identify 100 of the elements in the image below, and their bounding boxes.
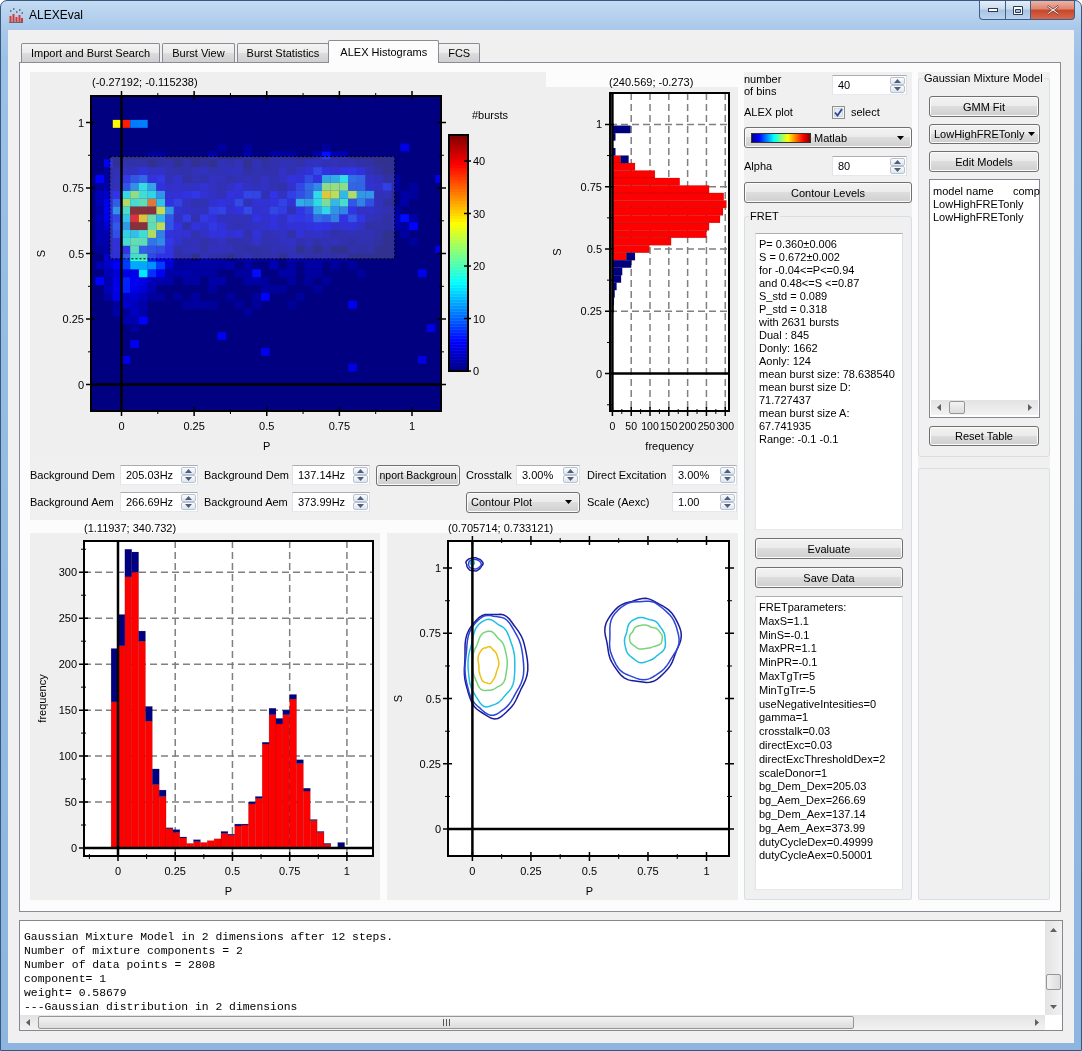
tick-label: 0.5 — [224, 865, 241, 877]
axis-title: P — [224, 885, 233, 897]
text-line: P= 0.360±0.006 — [759, 238, 838, 251]
text-line: MinPR=-0.1 — [759, 656, 819, 670]
tick-label: 0.25 — [419, 757, 441, 770]
text-line: Dual : 845 — [759, 329, 811, 342]
window-title: ALEXEval — [29, 8, 84, 23]
tick-label: 0 — [609, 420, 616, 432]
tick-label: 250 — [58, 612, 77, 625]
text-line: with 2631 bursts — [759, 316, 841, 329]
text-line: dutyCycleDex=0.49999 — [759, 835, 875, 850]
tick-label: 1 — [703, 865, 710, 877]
tick-label: 40 — [473, 155, 486, 167]
tick-label: 300 — [58, 566, 77, 579]
axis-title: P — [263, 440, 271, 452]
cursor-coordinates: (1.11937; 340.732) — [84, 522, 177, 534]
tick-label: 1 — [595, 118, 602, 131]
cursor-coordinates: (0.705714; 0.733121) — [448, 522, 554, 534]
text-line: P_std = 0.318 — [759, 303, 829, 316]
tick-label: 0.5 — [586, 243, 602, 255]
tick-label: 0.75 — [62, 182, 84, 194]
text-line: scaleDonor=1 — [759, 766, 829, 781]
text-line: dutyCycleAex=0.50001 — [759, 849, 874, 864]
tick-label: 0 — [114, 865, 122, 877]
field-label: Crosstalk — [466, 469, 512, 481]
tick-label: 0 — [473, 365, 480, 377]
tick-label: 0 — [77, 378, 84, 391]
tick-label: 150 — [660, 420, 678, 432]
tick-label: 0.75 — [580, 180, 602, 193]
text-line: mean burst size D: — [759, 381, 852, 394]
text-line: 71.727437 — [759, 394, 812, 407]
field-label: Background Dem — [30, 469, 115, 481]
text-line: mean burst size: 78.638540 — [759, 368, 896, 381]
tick-label: 100 — [641, 420, 659, 432]
log-line: Gaussian Mixture Model in 2 dimensions after 12 steps. — [24, 931, 395, 945]
field-label: Background Dem — [204, 469, 289, 481]
tick-label: 150 — [58, 704, 77, 717]
tick-label: 100 — [58, 750, 77, 763]
tick-label: 0.25 — [62, 313, 84, 326]
tick-label: 250 — [697, 420, 716, 432]
tick-label: 0.25 — [164, 865, 186, 877]
text-line: bg_Dem_Aex=137.14 — [759, 807, 867, 822]
tick-label: 0 — [70, 842, 77, 854]
tick-label: 0.5 — [425, 692, 441, 705]
text-line: MaxS=1.1 — [759, 614, 810, 629]
text-line: Donly: 1662 — [759, 342, 819, 355]
text-line: gamma=1 — [759, 711, 810, 726]
field-label: Direct Excitation — [587, 469, 667, 481]
text-line: and 0.48<=S <=0.87 — [759, 277, 861, 290]
tick-label: 30 — [473, 207, 486, 220]
tick-label: 0.25 — [183, 420, 205, 432]
tick-label: 0 — [469, 865, 476, 877]
text-line: directExcThresholdDex=2 — [759, 752, 887, 767]
tick-label: 300 — [716, 420, 734, 432]
text-line: Aonly: 124 — [759, 355, 812, 368]
group-title: FRET — [749, 210, 780, 223]
tick-label: 0 — [595, 367, 602, 380]
text-line: mean burst size A: — [759, 407, 851, 420]
colorbar-title: #bursts — [472, 109, 509, 121]
text-line: useNegativeIntesities=0 — [759, 697, 878, 712]
column-header: comp — [1012, 185, 1041, 198]
text-line: S = 0.672±0.002 — [759, 251, 841, 264]
axis-title: frequency — [645, 440, 694, 452]
log-line: component= 1 — [24, 972, 108, 987]
text-line: bg_Dem_Dex=205.03 — [759, 780, 868, 795]
text-line: MinTgTr=-5 — [759, 683, 817, 698]
axis-title: S — [35, 249, 47, 258]
tick-label: 1 — [343, 865, 350, 877]
tick-label: 0.75 — [419, 627, 441, 640]
field-label: Alpha — [744, 160, 773, 172]
tick-label: 1 — [77, 116, 84, 129]
tick-label: 0.5 — [581, 865, 598, 877]
text-line: S_std = 0.089 — [759, 290, 829, 303]
tick-label: 20 — [473, 260, 486, 272]
text-line: bg_Aem_Dex=266.69 — [759, 794, 867, 808]
text-line: 67.741935 — [759, 420, 812, 433]
tick-label: 0.75 — [278, 865, 301, 877]
field-label: Scale (Aexc) — [587, 496, 650, 508]
text-line: FRETparameters: — [759, 601, 848, 615]
field-label: Background Aem — [30, 496, 114, 508]
column-header: model name — [932, 185, 995, 198]
tick-label: 0.75 — [328, 420, 351, 432]
group-title: Gaussian Mixture Model — [923, 72, 1044, 85]
tick-label: 10 — [473, 312, 486, 325]
log-line: ---Gaussian distribution in 2 dimensions — [24, 1000, 299, 1015]
cursor-coordinates: (240.569; -0.273) — [609, 76, 694, 88]
axis-title: P — [585, 885, 594, 897]
log-line: weight= 0.58679 — [24, 986, 128, 1001]
tick-label: 0 — [434, 823, 441, 836]
tick-label: 0.75 — [637, 865, 659, 877]
field-label: Background Aem — [204, 496, 288, 508]
axis-title: S — [392, 694, 404, 703]
tick-label: 200 — [678, 420, 697, 432]
tick-label: 1 — [408, 420, 416, 432]
text-line: crosstalk=0.03 — [759, 725, 832, 739]
tick-label: 0.25 — [520, 865, 542, 877]
tick-label: 50 — [625, 420, 638, 432]
tick-label: 0.5 — [259, 420, 275, 432]
text-line: MaxPR=1.1 — [759, 642, 818, 657]
log-line: Number of data points = 2808 — [24, 958, 217, 973]
